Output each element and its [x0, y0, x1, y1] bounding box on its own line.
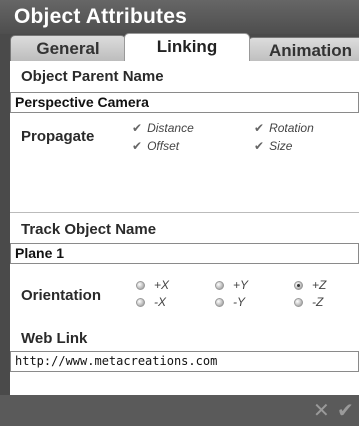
- title-bar: Object Attributes: [0, 0, 359, 34]
- orientation-plus-y-label: +Y: [233, 278, 249, 292]
- orientation-plus-z-radio[interactable]: +Z: [294, 278, 326, 292]
- checkmark-icon: ✔: [254, 139, 265, 153]
- track-name-field[interactable]: Plane 1: [10, 243, 359, 264]
- checkmark-icon: ✔: [254, 121, 265, 135]
- orientation-plus-x-radio[interactable]: +X: [136, 278, 169, 292]
- section-divider: [10, 212, 359, 213]
- orientation-minus-x-label: -X: [154, 295, 166, 309]
- radio-dot-icon: [136, 297, 145, 307]
- radio-dot-icon: [215, 280, 224, 290]
- orientation-plus-z-label: +Z: [312, 278, 327, 292]
- orientation-minus-y-label: -Y: [233, 295, 245, 309]
- propagate-rotation-label: Rotation: [269, 121, 314, 135]
- radio-dot-icon: [215, 297, 224, 307]
- orientation-plus-x-label: +X: [154, 278, 170, 292]
- radio-selected-icon: [294, 280, 303, 290]
- orientation-minus-z-label: -Z: [312, 295, 324, 309]
- propagate-offset-label: Offset: [147, 139, 180, 153]
- tab-animation[interactable]: Animation: [248, 37, 359, 63]
- propagate-distance-label: Distance: [147, 121, 194, 135]
- track-name-label: Track Object Name: [21, 221, 157, 238]
- propagate-label: Propagate: [21, 128, 95, 145]
- linking-panel: Object Parent Name Perspective Camera Pr…: [10, 61, 359, 395]
- web-link-label: Web Link: [21, 330, 88, 347]
- orientation-minus-x-radio[interactable]: -X: [136, 295, 166, 309]
- parent-name-field[interactable]: Perspective Camera: [10, 92, 359, 113]
- web-link-field[interactable]: http://www.metacreations.com: [10, 351, 359, 372]
- orientation-label: Orientation: [21, 287, 102, 304]
- parent-name-label: Object Parent Name: [21, 68, 164, 85]
- orientation-minus-z-radio[interactable]: -Z: [294, 295, 323, 309]
- propagate-size-label: Size: [269, 139, 293, 153]
- window-title: Object Attributes: [14, 5, 187, 28]
- radio-dot-icon: [294, 297, 303, 307]
- orientation-plus-y-radio[interactable]: +Y: [215, 278, 248, 292]
- propagate-rotation-checkbox[interactable]: ✔ Rotation: [254, 121, 314, 135]
- tab-linking[interactable]: Linking: [124, 33, 250, 61]
- footer-bar: ✕ ✔: [0, 395, 359, 426]
- propagate-size-checkbox[interactable]: ✔ Size: [254, 139, 292, 153]
- x-icon[interactable]: ✕: [313, 398, 330, 423]
- radio-dot-icon: [136, 280, 145, 290]
- propagate-offset-checkbox[interactable]: ✔ Offset: [132, 139, 179, 153]
- checkmark-icon[interactable]: ✔: [337, 398, 354, 423]
- orientation-minus-y-radio[interactable]: -Y: [215, 295, 245, 309]
- checkmark-icon: ✔: [132, 121, 143, 135]
- propagate-distance-checkbox[interactable]: ✔ Distance: [132, 121, 194, 135]
- checkmark-icon: ✔: [132, 139, 143, 153]
- tab-general[interactable]: General: [10, 35, 126, 61]
